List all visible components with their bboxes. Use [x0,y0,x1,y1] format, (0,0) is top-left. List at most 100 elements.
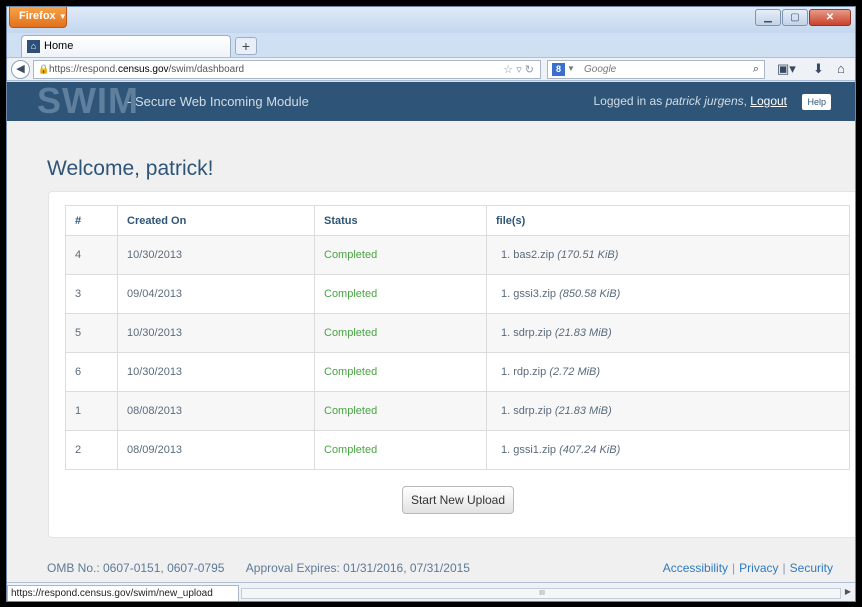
row-files: 1. gssi3.zip (850.58 KiB) [486,274,850,314]
tab-title: Home [44,40,74,52]
lock-icon: 🔒 [38,64,50,74]
new-tab-button[interactable]: + [235,37,257,55]
search-placeholder: Google [584,64,617,75]
horizontal-scrollbar[interactable]: III [241,588,841,599]
row-status: Completed [314,274,487,314]
row-status: Completed [314,391,487,431]
footer-separator: | [732,561,736,575]
status-url: https://respond.census.gov/swim/new_uplo… [7,585,239,601]
row-files: 1. gssi1.zip (407.24 KiB) [486,430,850,470]
row-files: 1. bas2.zip (170.51 KiB) [486,235,850,275]
file-link[interactable]: 1. gssi3.zip [501,288,556,300]
file-link[interactable]: 1. gssi1.zip [501,444,556,456]
row-created: 08/09/2013 [117,430,315,470]
row-created: 08/08/2013 [117,391,315,431]
table-row[interactable]: 5 10/30/2013 Completed 1. sdrp.zip (21.8… [65,313,850,353]
app-subtitle: - Secure Web Incoming Module [127,94,309,109]
close-button[interactable]: ✕ [809,9,851,26]
firefox-menu-button[interactable]: Firefox ▼ [9,7,67,28]
file-link[interactable]: 1. sdrp.zip [501,405,552,417]
scroll-right-icon[interactable]: ▶ [845,587,851,596]
row-status: Completed [314,235,487,275]
maximize-button[interactable]: ▢ [782,9,808,26]
bookmarks-icon[interactable]: ▣▾ [777,61,796,77]
header-status: Status [314,205,487,236]
user-info: Logged in as patrick jurgens, Logout [593,94,788,108]
file-link[interactable]: 1. rdp.zip [501,366,546,378]
security-link[interactable]: Security [790,561,833,575]
page-content: SWIM - Secure Web Incoming Module Logged… [7,82,855,582]
row-id: 4 [65,235,118,275]
file-link[interactable]: 1. sdrp.zip [501,327,552,339]
google-engine-icon[interactable]: 8 [552,63,565,76]
row-status: Completed [314,430,487,470]
start-new-upload-button[interactable]: Start New Upload [402,486,514,514]
table-row[interactable]: 4 10/30/2013 Completed 1. bas2.zip (170.… [65,235,850,275]
privacy-link[interactable]: Privacy [739,561,778,575]
table-header-row: # Created On Status file(s) [65,205,850,236]
header-id: # [65,205,118,236]
tab-home[interactable]: ⌂ Home [21,35,231,57]
app-header: SWIM - Secure Web Incoming Module Logged… [7,82,855,121]
logged-in-label: Logged in as [593,94,663,108]
row-status: Completed [314,352,487,392]
home-favicon-icon: ⌂ [27,40,40,53]
engine-dropdown-icon[interactable]: ▼ [567,64,575,73]
url-domain: census.gov [117,64,169,75]
table-row[interactable]: 1 08/08/2013 Completed 1. sdrp.zip (21.8… [65,391,850,431]
url-path: /swim/dashboard [168,64,245,75]
table-row[interactable]: 2 08/09/2013 Completed 1. gssi1.zip (407… [65,430,850,470]
scroll-grip[interactable]: III [242,589,842,598]
logout-link[interactable]: Logout [750,94,787,108]
row-id: 5 [65,313,118,353]
row-files: 1. sdrp.zip (21.83 MiB) [486,313,850,353]
row-id: 2 [65,430,118,470]
swim-logo: SWIM [37,80,139,121]
file-size: (170.51 KiB) [557,249,619,261]
home-icon[interactable]: ⌂ [837,61,845,76]
file-size: (2.72 MiB) [549,366,601,378]
url-bar-icons: ☆ ▿ ↻ [503,63,534,76]
dropdown-arrow-icon[interactable]: ▿ [516,64,522,76]
header-files: file(s) [486,205,850,236]
status-bar: https://respond.census.gov/swim/new_uplo… [7,582,855,601]
navigation-bar: ◀ 🔒 https://respond.census.gov/swim/dash… [7,57,855,81]
table-row[interactable]: 3 09/04/2013 Completed 1. gssi3.zip (850… [65,274,850,314]
firefox-menu-label: Firefox [19,10,56,22]
uploads-table: # Created On Status file(s) 4 10/30/2013… [65,205,850,470]
bookmark-star-icon[interactable]: ☆ [503,64,513,76]
search-bar[interactable]: 8 ▼ Google ⌕ [547,60,765,79]
reload-icon[interactable]: ↻ [525,64,534,76]
help-button[interactable]: Help [802,94,831,110]
search-icon[interactable]: ⌕ [753,63,759,76]
url-bar[interactable]: 🔒 https://respond.census.gov/swim/dashbo… [33,60,541,79]
file-size: (21.83 MiB) [554,405,612,417]
row-id: 3 [65,274,118,314]
minimize-button[interactable]: ▁ [755,9,781,26]
footer-links: Accessibility | Privacy | Security [663,561,833,575]
table-row[interactable]: 6 10/30/2013 Completed 1. rdp.zip (2.72 … [65,352,850,392]
row-files: 1. rdp.zip (2.72 MiB) [486,352,850,392]
file-link[interactable]: 1. bas2.zip [501,249,554,261]
file-size: (21.83 MiB) [554,327,612,339]
header-created-on: Created On [117,205,315,236]
row-id: 1 [65,391,118,431]
row-created: 10/30/2013 [117,352,315,392]
row-created: 10/30/2013 [117,313,315,353]
title-bar: Firefox ▼ ▁ ▢ ✕ [7,7,855,33]
omb-number: OMB No.: 0607-0151, 0607-0795 [47,561,225,575]
row-id: 6 [65,352,118,392]
browser-window: Firefox ▼ ▁ ▢ ✕ ⌂ Home + ◀ 🔒 https://resp… [6,6,856,602]
file-size: (850.58 KiB) [559,288,621,300]
approval-expires: Approval Expires: 01/31/2016, 07/31/2015 [245,561,470,575]
footer-omb: OMB No.: 0607-0151, 0607-0795 Approval E… [47,561,470,575]
user-name: patrick jurgens [665,94,744,108]
row-created: 09/04/2013 [117,274,315,314]
back-button[interactable]: ◀ [11,60,30,79]
accessibility-link[interactable]: Accessibility [663,561,728,575]
url-prefix: https://respond. [49,64,118,75]
chevron-down-icon: ▼ [58,12,67,21]
uploads-panel: # Created On Status file(s) 4 10/30/2013… [48,191,855,538]
download-icon[interactable]: ⬇ [813,61,824,77]
page-title: Welcome, patrick! [47,157,214,180]
